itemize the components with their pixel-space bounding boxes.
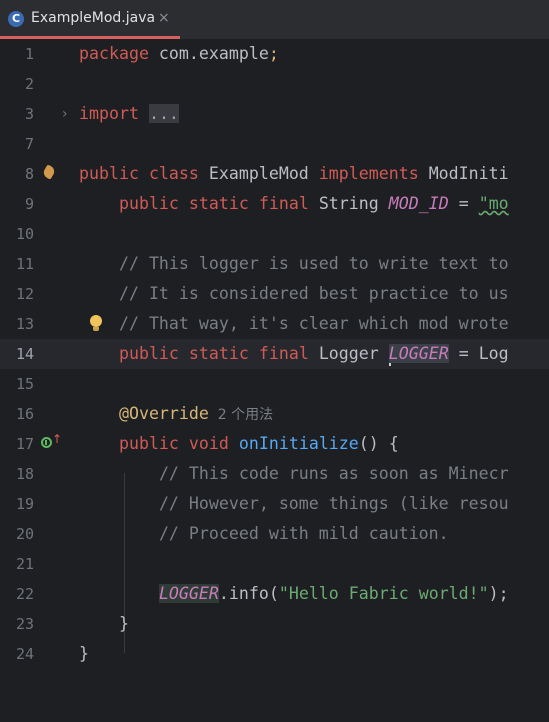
- line-number: 16: [15, 405, 34, 423]
- code-line[interactable]: 2: [0, 69, 549, 99]
- folded-imports[interactable]: ...: [148, 104, 179, 123]
- code-line[interactable]: 22 LOGGER.info("Hello Fabric world!");: [0, 579, 549, 609]
- line-code: // That way, it's clear which mod wrote: [118, 314, 509, 333]
- code-line[interactable]: 11 // This logger is used to write text …: [0, 249, 549, 279]
- line-number: 13: [15, 315, 34, 333]
- line-code: // However, some things (like resou: [158, 494, 509, 513]
- line-number: 14: [15, 345, 34, 363]
- fabric-entrypoint-icon[interactable]: [41, 164, 57, 180]
- line-number: 11: [15, 255, 34, 273]
- line-code: public void onInitialize() {: [118, 434, 399, 453]
- code-line[interactable]: 19 // However, some things (like resou: [0, 489, 549, 519]
- code-line[interactable]: 23 }: [0, 609, 549, 639]
- code-line[interactable]: 8 public class ExampleMod implements Mod…: [0, 159, 549, 189]
- line-number: 19: [15, 495, 34, 513]
- line-number: 21: [15, 555, 34, 573]
- code-line[interactable]: 18 // This code runs as soon as Minecr: [0, 459, 549, 489]
- line-code: import ...: [79, 104, 179, 123]
- usages-inlay-hint[interactable]: 2 个用法: [209, 407, 273, 423]
- code-line[interactable]: 17 ↑ public void onInitialize() {: [0, 429, 549, 459]
- line-code: LOGGER.info("Hello Fabric world!");: [158, 584, 509, 603]
- line-number: 3: [24, 105, 34, 123]
- code-line[interactable]: 9 public static final String MOD_ID = "m…: [0, 189, 549, 219]
- code-line[interactable]: 21: [0, 549, 549, 579]
- line-number: 8: [24, 165, 34, 183]
- line-code: }: [79, 644, 89, 663]
- code-editor[interactable]: 1 package com.example; 2 3 › import ... …: [0, 39, 549, 722]
- code-line[interactable]: 13 // That way, it's clear which mod wro…: [0, 309, 549, 339]
- close-icon[interactable]: ×: [158, 10, 170, 26]
- implementation-icon[interactable]: [41, 437, 52, 448]
- line-number: 18: [15, 465, 34, 483]
- line-number: 7: [24, 135, 34, 153]
- code-line[interactable]: 20 // Proceed with mild caution.: [0, 519, 549, 549]
- line-number: 15: [15, 375, 34, 393]
- code-line[interactable]: 16 @Override 2 个用法: [0, 399, 549, 429]
- line-number: 2: [24, 75, 34, 93]
- current-code-line[interactable]: 14 public static final Logger LOGGER = L…: [0, 339, 549, 369]
- line-code: @Override 2 个用法: [118, 404, 274, 423]
- code-line[interactable]: 12 // It is considered best practice to …: [0, 279, 549, 309]
- line-number: 24: [15, 645, 34, 663]
- line-number: 17: [15, 435, 34, 453]
- line-number: 1: [24, 45, 34, 63]
- line-code: // This code runs as soon as Minecr: [158, 464, 509, 483]
- code-line[interactable]: 10: [0, 219, 549, 249]
- line-number: 23: [15, 615, 34, 633]
- java-class-icon: C: [8, 11, 24, 27]
- line-code: // Proceed with mild caution.: [158, 524, 449, 543]
- tab-examplemod-java[interactable]: C ExampleMod.java ×: [0, 0, 180, 39]
- line-number: 12: [15, 285, 34, 303]
- line-code: public class ExampleMod implements ModIn…: [79, 164, 509, 183]
- tab-label: ExampleMod.java: [31, 10, 156, 26]
- line-code: public static final Logger LOGGER = Log: [79, 339, 509, 369]
- line-number: 22: [15, 585, 34, 603]
- code-line[interactable]: 1 package com.example;: [0, 39, 549, 69]
- line-code: // This logger is used to write text to: [118, 254, 509, 273]
- line-code: package com.example;: [79, 44, 279, 63]
- fold-expand-icon[interactable]: ›: [62, 99, 68, 129]
- line-number: 20: [15, 525, 34, 543]
- code-line[interactable]: 3 › import ...: [0, 99, 549, 129]
- editor-tab-bar: C ExampleMod.java ×: [0, 0, 549, 40]
- code-line[interactable]: 24 }: [0, 639, 549, 669]
- code-line[interactable]: 7: [0, 129, 549, 159]
- code-line[interactable]: 15: [0, 369, 549, 399]
- line-number: 10: [15, 225, 34, 243]
- line-code: }: [118, 614, 129, 633]
- line-number: 9: [24, 195, 34, 213]
- override-arrow-icon[interactable]: ↑: [52, 432, 62, 446]
- line-code: // It is considered best practice to us: [118, 284, 509, 303]
- line-code: public static final String MOD_ID = "mo: [118, 194, 509, 213]
